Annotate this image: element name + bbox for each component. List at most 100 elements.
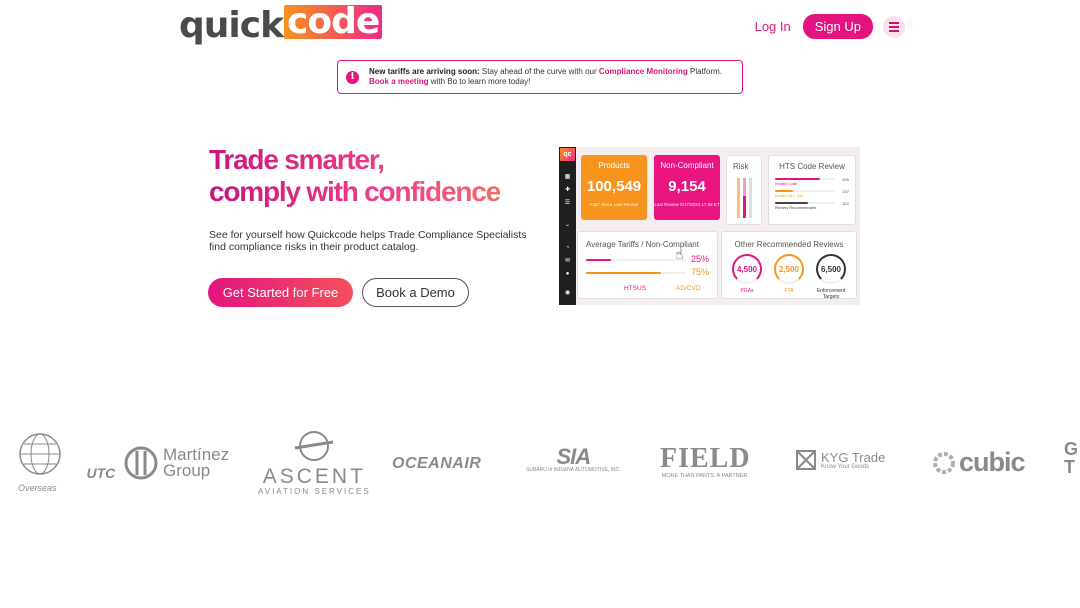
avg-col-1: HTSUS xyxy=(624,285,647,292)
martinez-text-2: Group xyxy=(163,461,211,480)
hts-row-label: Invalid 301, 232 xyxy=(775,193,804,198)
tariff-announcement-banner: i New tariffs are arriving soon: Stay ah… xyxy=(337,60,743,94)
martinez-mark-icon xyxy=(124,446,158,480)
avg-col-2: AD/CVD xyxy=(676,285,701,292)
review-ring-label: PGAs xyxy=(740,288,754,294)
utc-overseas-logo: UTC Overseas xyxy=(12,430,118,493)
avg-pct-2: 75% xyxy=(690,267,709,277)
signup-button[interactable]: Sign Up xyxy=(802,14,873,39)
top-nav: Log In Sign Up xyxy=(755,14,905,39)
banner-text-2: Platform. xyxy=(687,67,723,76)
hts-row-value: 626 xyxy=(842,177,849,182)
book-meeting-link[interactable]: Book a meeting xyxy=(369,77,429,86)
review-ring: 2,500 xyxy=(774,254,804,284)
mail-icon: ✉ xyxy=(564,258,571,264)
customer-logos: UTC Overseas Martínez Group ASCENT AVIAT… xyxy=(0,425,1080,505)
cubic-logo: cubic xyxy=(932,447,1026,478)
ascent-sub-text: AVIATION SERVICES xyxy=(258,487,371,496)
review-ring-label: Enforcement Targets xyxy=(816,288,846,300)
avg-bar-fill-1 xyxy=(586,259,611,261)
banner-bold: New tariffs are arriving soon: xyxy=(369,67,480,76)
dashboard-preview: qc ▦ ✚ ☰ ⌄ ◔ ✉ ● ◉ Products 100,549 +427… xyxy=(559,147,860,305)
sia-logo: SIA SUBARU of INDIANA AUTOMOTIVE, INC. xyxy=(526,444,621,474)
login-link[interactable]: Log In xyxy=(755,19,791,34)
products-value: 100,549 xyxy=(586,178,642,195)
cubic-gear-icon xyxy=(933,451,955,474)
risk-label: Risk xyxy=(733,162,749,171)
globe-icon xyxy=(19,433,61,475)
products-label: Products xyxy=(598,161,630,170)
martinez-group-logo: Martínez Group xyxy=(123,445,229,481)
hero-subtitle: See for yourself how Quickcode helps Tra… xyxy=(209,229,527,253)
noncompliant-note: Last Review 5/17/2024 17:08 ET xyxy=(654,202,720,207)
kyg-main-text: KYG Trade xyxy=(821,449,886,465)
plus-icon: ✚ xyxy=(564,187,571,193)
bell-icon: ◔ xyxy=(565,245,570,251)
review-ring: 4,500 xyxy=(732,254,762,284)
hero-title: Trade smarter, comply with confidence xyxy=(209,144,500,208)
hts-review-card: HTS Code Review Invalid Code 626 Invalid 3… xyxy=(768,155,856,225)
avg-label: Average Tariffs / Non-Compliant xyxy=(586,240,699,249)
field-logo: FIELD MORE THAN PARTS. A PARTNER. xyxy=(660,443,751,480)
grid-icon: ▦ xyxy=(564,174,571,180)
risk-card: Risk xyxy=(726,155,762,225)
utc-sub-text: Overseas xyxy=(18,483,57,493)
kyg-trade-logo: KYG Trade Know Your Goods xyxy=(795,449,885,471)
risk-bar-1 xyxy=(737,178,740,218)
dashboard-logo: qc xyxy=(560,148,575,161)
banner-text-3: with Bo to learn more today! xyxy=(428,77,531,86)
hand-cursor-icon: ☝ xyxy=(675,246,684,262)
products-note: +427 Since Last Review xyxy=(589,202,639,207)
avg-tariffs-card: Average Tariffs / Non-Compliant 25% 75% … xyxy=(577,231,718,299)
risk-bar-2-fill xyxy=(743,196,746,218)
other-reviews-card: Other Recommended Reviews 4,500 PGAs 2,500… xyxy=(721,231,857,300)
avg-bar-fill-2 xyxy=(586,272,661,274)
banner-text-1: Stay ahead of the curve with our xyxy=(479,67,599,76)
field-sub-text: MORE THAN PARTS. A PARTNER. xyxy=(661,473,749,479)
ascent-main-text: ASCENT xyxy=(262,465,366,488)
get-started-button[interactable]: Get Started for Free xyxy=(208,278,353,307)
sia-sub-text: SUBARU of INDIANA AUTOMOTIVE, INC. xyxy=(526,467,621,473)
review-ring-label: FTA xyxy=(784,288,794,294)
cubic-text: cubic xyxy=(959,447,1026,477)
hero-title-line-1: Trade smarter, xyxy=(209,144,384,175)
sia-main-text: SIA xyxy=(556,444,591,469)
hamburger-menu-icon[interactable] xyxy=(883,15,905,38)
quickcode-logo[interactable]: quick code xyxy=(179,4,383,46)
oceanair-logo: OCEANAIR xyxy=(392,455,482,472)
field-main-text: FIELD xyxy=(660,443,751,474)
hts-row-fill xyxy=(775,190,793,192)
hero-title-line-2: comply with confidence xyxy=(209,176,500,207)
ascent-aviation-logo: ASCENT AVIATION SERVICES xyxy=(258,430,371,496)
ascent-emblem-icon xyxy=(295,431,334,461)
hts-row-fill xyxy=(775,202,808,204)
play-icon: ● xyxy=(565,271,570,277)
user-icon: ◉ xyxy=(564,290,571,296)
book-demo-button[interactable]: Book a Demo xyxy=(362,278,469,307)
noncompliant-label: Non-Compliant xyxy=(660,161,714,170)
logo-code-text: code xyxy=(284,4,383,40)
risk-bar-3 xyxy=(749,178,752,218)
noncompliant-value: 9,154 xyxy=(668,178,706,195)
avg-pct-1: 25% xyxy=(690,254,709,264)
products-card: Products 100,549 +427 Since Last Review xyxy=(581,155,647,220)
dashboard-sidebar: qc ▦ ✚ ☰ ⌄ ◔ ✉ ● ◉ xyxy=(559,147,576,305)
hts-row-value: 322 xyxy=(842,201,849,206)
compliance-monitoring-link[interactable]: Compliance Monitoring xyxy=(599,67,688,76)
hts-row-label: Review Recommended xyxy=(775,205,817,210)
orr-label: Other Recommended Reviews xyxy=(734,240,844,249)
banner-text: New tariffs are arriving soon: Stay ahea… xyxy=(369,67,734,87)
noncompliant-card: Non-Compliant 9,154 Last Review 5/17/202… xyxy=(654,155,720,220)
kyg-mark-icon xyxy=(796,450,816,470)
hts-label: HTS Code Review xyxy=(779,162,845,171)
hts-row-label: Invalid Code xyxy=(775,181,798,186)
partial-logo: G T xyxy=(1064,439,1079,477)
review-ring: 6,500 xyxy=(816,254,846,284)
logo-quick-text: quick xyxy=(179,5,284,46)
hts-row-fill xyxy=(775,178,820,180)
hts-row-value: 237 xyxy=(842,189,849,194)
list-icon: ☰ xyxy=(564,200,571,206)
utc-main-text: UTC xyxy=(84,465,118,481)
info-icon: i xyxy=(346,70,359,84)
chevron-down-icon: ⌄ xyxy=(564,222,571,228)
